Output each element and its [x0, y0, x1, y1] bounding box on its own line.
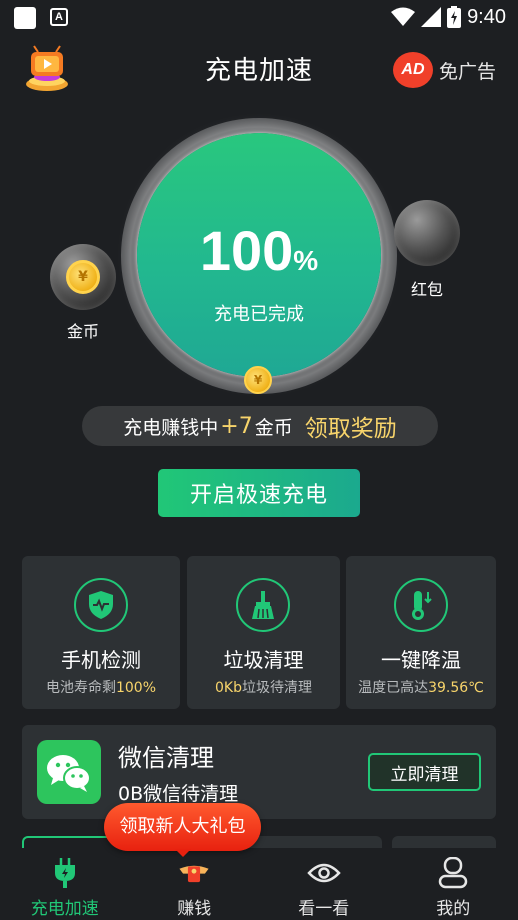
earn-amount: +7 [220, 413, 253, 439]
nav-item-earn[interactable]: 赚钱 [130, 848, 260, 920]
charge-status-text: 充电已完成 [214, 304, 304, 325]
nav-label: 充电加速 [30, 899, 99, 919]
red-packet-bubble[interactable] [394, 200, 460, 266]
notification-a-icon: A [50, 8, 68, 26]
fast-charge-button[interactable]: 开启极速充电 [158, 469, 360, 517]
cool-down-card[interactable]: 一键降温 温度已高达39.56℃ [346, 556, 496, 709]
phone-check-sub-value: 100% [115, 680, 157, 696]
plug-icon [48, 856, 82, 890]
cool-down-sub: 温度已高达39.56℃ [346, 677, 496, 697]
wechat-clean-sub: 0B微信待清理 [118, 783, 239, 805]
clean-now-button[interactable]: 立即清理 [368, 753, 481, 791]
phone-check-card[interactable]: 手机检测 电池寿命剩100% [22, 556, 180, 709]
charge-percent: 100% [137, 218, 381, 283]
status-bar: A 9:40 [0, 0, 518, 34]
earn-reward-bar[interactable]: 充电赚钱中 +7 金币 领取奖励 [82, 406, 438, 446]
earn-prefix: 充电赚钱中 [123, 416, 219, 439]
cool-down-sub-value: 39.56℃ [428, 680, 484, 696]
charge-percent-value: 100 [199, 219, 294, 282]
nav-label: 看一看 [298, 899, 350, 919]
no-ads-button[interactable]: AD 免广告 [392, 52, 496, 88]
thermometer-icon [394, 578, 448, 632]
phone-check-title: 手机检测 [61, 648, 141, 672]
coin-bubble[interactable]: ¥ [50, 244, 116, 310]
earn-unit: 金币 [254, 416, 293, 439]
notification-square-icon [14, 7, 36, 29]
nav-label: 赚钱 [177, 899, 212, 919]
nav-label: 我的 [436, 899, 471, 919]
wechat-icon [37, 740, 101, 804]
nav-item-me[interactable]: 我的 [389, 848, 518, 920]
junk-clean-card[interactable]: 垃圾清理 0Kb垃圾待清理 [187, 556, 340, 709]
newbie-gift-bubble[interactable]: 领取新人大礼包 [104, 803, 261, 851]
phone-check-sub-prefix: 电池寿命剩 [45, 680, 116, 696]
red-packet-icon [177, 856, 211, 890]
cool-down-title: 一键降温 [381, 648, 461, 672]
no-ads-label: 免广告 [438, 60, 496, 83]
gift-bubble-pointer [175, 849, 191, 857]
ad-badge-icon: AD [392, 52, 433, 88]
signal-icon [421, 7, 442, 27]
red-packet-bubble-label: 红包 [410, 280, 443, 299]
phone-check-sub: 电池寿命剩100% [22, 677, 180, 697]
battery-icon [447, 6, 462, 28]
cool-down-sub-prefix: 温度已高达 [358, 680, 429, 696]
wifi-icon [391, 7, 416, 26]
junk-clean-sub: 0Kb垃圾待清理 [187, 677, 340, 697]
user-icon [436, 856, 470, 890]
broom-icon [236, 578, 290, 632]
eye-icon [307, 856, 341, 890]
shield-pulse-icon [74, 578, 128, 632]
status-time: 9:40 [467, 5, 506, 28]
gold-coin-icon: ¥ [66, 260, 100, 294]
junk-clean-sub-value: 0Kb [215, 680, 242, 696]
junk-clean-sub-suffix: 垃圾待清理 [241, 680, 312, 696]
claim-reward-link[interactable]: 领取奖励 [305, 409, 397, 443]
nav-item-watch[interactable]: 看一看 [259, 848, 389, 920]
coin-icon: ¥ [244, 366, 272, 394]
wechat-clean-title: 微信清理 [118, 744, 214, 772]
nav-item-charge[interactable]: 充电加速 [0, 848, 130, 920]
coin-bubble-label: 金币 [66, 322, 99, 341]
status-icons: 9:40 [391, 4, 506, 30]
junk-clean-title: 垃圾清理 [223, 648, 304, 672]
charge-percent-sign: % [293, 245, 319, 276]
bottom-nav: 充电加速 赚钱 看一看 我的 [0, 848, 518, 920]
